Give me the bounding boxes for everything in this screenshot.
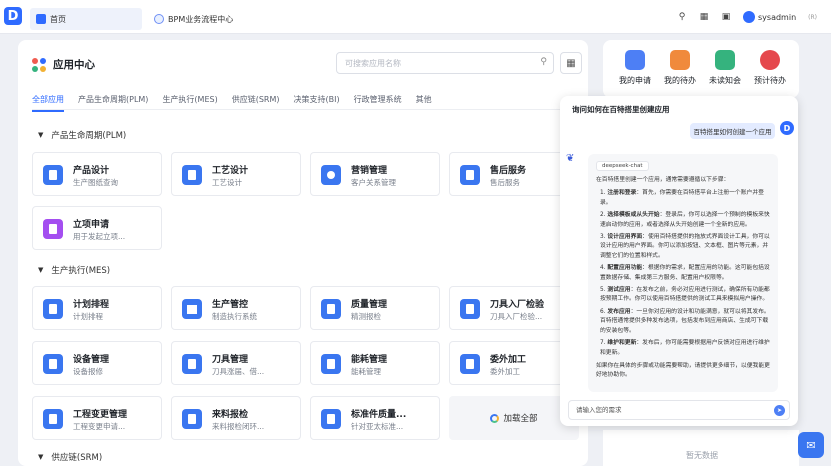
answer-step: 2. 选择模板或从头开始：登录后，你可以选择一个预制的模板来快速启动你的应用，或… — [600, 212, 770, 228]
answer-step: 6. 发布应用：一旦你对应用的设计和功能满意，就可以将其发布。百特搭通常提供多种… — [600, 308, 770, 334]
document-icon — [43, 409, 63, 429]
unread-notices[interactable]: 未读知会 — [701, 50, 749, 86]
app-search-box[interactable]: ⚲ — [336, 52, 554, 74]
answer-step: 5. 测试应用：在发布之前，务必对应用进行测试，确保所有功能都按预期工作。你可以… — [600, 287, 770, 303]
app-card-process-design[interactable]: 工艺设计 工艺设计 — [171, 152, 301, 196]
chat-input[interactable] — [569, 401, 759, 419]
answer-step: 4. 配置应用功能：根据你的需求，配置应用的功能。这可能包括设置数据存储、集成第… — [600, 265, 770, 281]
caret-down-icon: ▼ — [38, 131, 44, 139]
document-icon — [43, 299, 63, 319]
username: sysadmin — [758, 12, 797, 22]
chat-fab-button[interactable]: ✉ — [798, 432, 824, 458]
chat-title: 询问如何在百特搭里创建应用 — [572, 105, 670, 114]
user-message: 百特搭里如何创建一个应用 — [690, 123, 775, 139]
document-icon — [460, 299, 480, 319]
section-plm-header[interactable]: ▼ 产品生命周期(PLM) — [38, 129, 126, 141]
stamp-icon — [670, 50, 690, 70]
app-card-energy[interactable]: 能耗管理 能耗管理 — [310, 341, 440, 385]
answer-intro: 在百特搭里创建一个应用，通常需要遵循以下步骤： — [596, 177, 730, 183]
user-avatar: D — [780, 121, 794, 135]
bpm-icon — [154, 14, 164, 24]
tab-bpm[interactable]: BPM业务流程中心 — [148, 8, 298, 30]
app-center-icon — [32, 57, 46, 72]
tab-label: BPM业务流程中心 — [168, 14, 234, 24]
document-icon — [321, 299, 341, 319]
app-logo[interactable]: D — [4, 7, 22, 25]
app-card-planning[interactable]: 计划排程 计划排程 — [32, 286, 162, 330]
answer-step: 3. 设计应用界面：使用百特搭提供的拖放式界面设计工具，你可以设计应用的用户界面… — [600, 234, 770, 259]
tab-label: 首页 — [50, 14, 66, 24]
app-card-quality[interactable]: 质量管理 精测报检 — [310, 286, 440, 330]
caret-down-icon: ▼ — [38, 266, 44, 274]
document-icon — [182, 354, 202, 374]
building-icon — [182, 299, 202, 319]
app-card-project-request[interactable]: 立项申请 用于发起立项... — [32, 206, 162, 250]
answer-outro: 如果你在具体的步骤或功能需要帮助，请提供更多细节，以便我能更好地协助你。 — [596, 362, 770, 379]
search-icon[interactable]: ⚲ — [540, 57, 547, 67]
app-card-engineering-change[interactable]: 工程变更管理 工程变更申请... — [32, 396, 162, 440]
top-bar: D 首页 BPM业务流程中心 ⚲ ▦ ▣ sysadmin (R) — [0, 0, 831, 34]
document-icon — [182, 165, 202, 185]
document-icon — [43, 165, 63, 185]
answer-step: 7. 维护和更新：发布后，你可能需要根据用户反馈对应用进行维护和更新。 — [600, 340, 770, 356]
caret-down-icon: ▼ — [38, 453, 44, 461]
model-chip: deepseek-chat — [596, 161, 649, 171]
app-card-equipment[interactable]: 设备管理 设备报修 — [32, 341, 162, 385]
user-group-icon — [321, 165, 341, 185]
app-card-product-design[interactable]: 产品设计 生产图纸查询 — [32, 152, 162, 196]
my-todos[interactable]: 我的待办 — [656, 50, 704, 86]
contact-icon — [715, 50, 735, 70]
app-card-marketing[interactable]: 营销管理 客户关系管理 — [310, 152, 440, 196]
answer-step: 1. 注册和登录：首先，你需要在百特搭平台上注册一个账户并登录。 — [600, 190, 764, 206]
app-card-tool-management[interactable]: 刀具管理 刀具涨届、借... — [171, 341, 301, 385]
app-center-panel: 应用中心 ⚲ ▦ 全部应用 产品生命周期(PLM) 生产执行(MES) 供应链(… — [18, 40, 588, 466]
document-icon — [182, 409, 202, 429]
clock-icon — [760, 50, 780, 70]
todo-widget: 我的申请 我的待办 未读知会 预计待办 — [603, 40, 799, 98]
loading-icon — [490, 413, 500, 423]
divider — [32, 109, 582, 110]
chat-input-box[interactable]: ➤ — [568, 400, 790, 420]
page-title: 应用中心 — [32, 57, 95, 72]
no-data-text: 暂无数据 — [686, 451, 718, 460]
document-icon — [43, 219, 63, 239]
search-input[interactable] — [337, 53, 527, 73]
avatar — [743, 11, 755, 23]
expected-todos[interactable]: 预计待办 — [746, 50, 794, 86]
chat-bubble-icon: ✉ — [806, 438, 816, 452]
document-icon — [460, 165, 480, 185]
section-mes-header[interactable]: ▼ 生产执行(MES) — [38, 264, 110, 276]
assistant-icon: ❦ — [566, 153, 575, 164]
section-srm-header[interactable]: ▼ 供应链(SRM) — [38, 451, 102, 463]
home-icon — [36, 14, 46, 24]
app-card-incoming-inspection[interactable]: 来料报检 来料报检闭环... — [171, 396, 301, 440]
tab-home[interactable]: 首页 — [30, 8, 142, 30]
my-requests[interactable]: 我的申请 — [611, 50, 659, 86]
user-menu[interactable]: sysadmin — [743, 11, 796, 23]
search-icon[interactable]: ⚲ — [677, 12, 687, 22]
document-icon — [460, 354, 480, 374]
document-icon — [321, 409, 341, 429]
top-bar-actions: ⚲ ▦ ▣ sysadmin (R) — [677, 10, 817, 24]
grid-view-button[interactable]: ▦ — [560, 52, 582, 74]
document-icon — [43, 354, 63, 374]
apps-icon[interactable]: ▦ — [699, 12, 709, 22]
send-icon[interactable]: ➤ — [774, 405, 785, 416]
assistant-message: deepseek-chat 在百特搭里创建一个应用，通常需要遵循以下步骤： 1.… — [588, 154, 778, 392]
user-suffix: (R) — [808, 13, 817, 21]
ai-chat-panel: 询问如何在百特搭里创建应用 百特搭里如何创建一个应用 D ❦ deepseek-… — [560, 96, 798, 426]
app-card-standard-parts[interactable]: 标准件质量... 针对亚太标准... — [310, 396, 440, 440]
app-card-production-control[interactable]: 生产管控 制造执行系统 — [171, 286, 301, 330]
clipboard-icon — [625, 50, 645, 70]
document-icon — [321, 354, 341, 374]
grid-icon: ▦ — [566, 57, 576, 69]
screen-icon[interactable]: ▣ — [721, 12, 731, 22]
answer-steps: 1. 注册和登录：首先，你需要在百特搭平台上注册一个账户并登录。 2. 选择模板… — [596, 189, 770, 358]
